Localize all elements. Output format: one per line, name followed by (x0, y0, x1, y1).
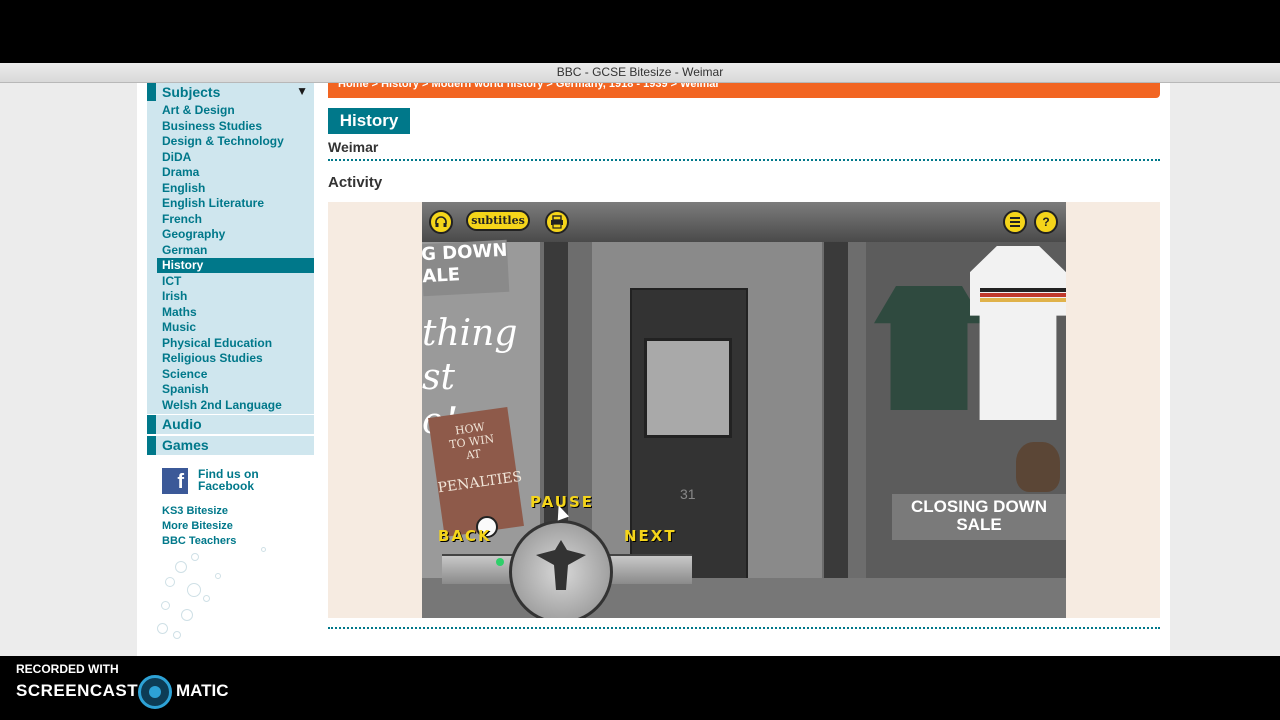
facebook-icon[interactable]: f (162, 468, 188, 494)
sidebar-item-art-design[interactable]: Art & Design (157, 103, 314, 118)
recorder-brand: SCREENCAST (16, 681, 139, 700)
sidebar-item-religious-studies[interactable]: Religious Studies (157, 351, 314, 366)
divider (328, 159, 1160, 161)
pillar (824, 242, 848, 618)
sidebar-item-drama[interactable]: Drama (157, 165, 314, 180)
subtitles-button[interactable]: subtitles (466, 210, 530, 231)
activity-heading: Activity (328, 174, 383, 191)
sidebar-item-ict[interactable]: ICT (157, 274, 314, 289)
door-window (644, 338, 732, 438)
more-bitesize-link[interactable]: More Bitesize (162, 519, 233, 533)
sidebar: Subjects ▼ Art & Design Business Studies… (147, 83, 314, 656)
page-title: History (328, 108, 410, 134)
shirt-stripe (980, 288, 1066, 292)
topic-heading: Weimar (328, 139, 379, 155)
audio-label: Audio (162, 416, 202, 432)
next-button[interactable]: NEXT (624, 527, 677, 545)
sidebar-item-physical-education[interactable]: Physical Education (157, 336, 314, 351)
book-title: HOW TO WIN AT (448, 420, 496, 463)
sidebar-item-design-technology[interactable]: Design & Technology (157, 134, 314, 149)
dog-image (1016, 442, 1060, 492)
sidebar-item-music[interactable]: Music (157, 320, 314, 335)
browser-viewport: Subjects ▼ Art & Design Business Studies… (0, 83, 1280, 656)
screen-top-bar (0, 0, 1280, 63)
section-marker (147, 436, 156, 455)
subjects-list: Art & Design Business Studies Design & T… (147, 101, 314, 414)
games-label: Games (162, 437, 209, 453)
subjects-label: Subjects (162, 84, 221, 100)
sidebar-item-dida[interactable]: DiDA (157, 150, 314, 165)
screencast-logo-icon (138, 675, 172, 709)
ks3-bitesize-link[interactable]: KS3 Bitesize (162, 504, 228, 518)
closing-down-sign: CLOSING DOWN SALE (892, 494, 1066, 540)
football-shirt (970, 246, 1066, 420)
back-button[interactable]: BACK (438, 527, 492, 545)
sidebar-item-english-literature[interactable]: English Literature (157, 196, 314, 211)
door-number: 31 (680, 486, 696, 502)
progress-dot-icon (496, 558, 504, 566)
window-title: BBC - GCSE Bitesize - Weimar (0, 63, 1280, 83)
headphones-icon[interactable] (429, 210, 453, 234)
page-body: Subjects ▼ Art & Design Business Studies… (137, 83, 1170, 656)
help-button[interactable]: ? (1034, 210, 1058, 234)
subjects-header[interactable]: Subjects ▼ (147, 83, 314, 101)
menu-icon[interactable] (1003, 210, 1027, 234)
sidebar-item-irish[interactable]: Irish (157, 289, 314, 304)
sidebar-item-maths[interactable]: Maths (157, 305, 314, 320)
shirt-stripe (980, 293, 1066, 297)
game-toolbar: subtitles ? (422, 202, 1066, 242)
sidebar-item-german[interactable]: German (157, 243, 314, 258)
dress-item (874, 286, 984, 410)
book-subtitle: PENALTIES (436, 468, 524, 497)
sidebar-item-games[interactable]: Games (147, 436, 314, 455)
sidebar-item-spanish[interactable]: Spanish (157, 382, 314, 397)
divider (328, 627, 1160, 629)
print-icon[interactable] (545, 210, 569, 234)
sidebar-item-history[interactable]: History (157, 258, 314, 273)
breadcrumb[interactable]: Home > History > Modern world history > … (328, 83, 1160, 98)
facebook-link-line2[interactable]: Facebook (198, 480, 308, 492)
section-marker (147, 83, 156, 101)
chevron-down-icon[interactable]: ▼ (296, 83, 308, 99)
recorder-brand-suffix: MATIC (176, 681, 229, 700)
game-activity[interactable]: subtitles ? G DOWN ALE thing st o! HOW T… (422, 202, 1066, 618)
section-marker (147, 415, 156, 434)
sidebar-item-english[interactable]: English (157, 181, 314, 196)
bubble-decoration (151, 543, 271, 653)
penalties-book: HOW TO WIN AT PENALTIES (428, 407, 524, 537)
sidebar-item-welsh-2nd-language[interactable]: Welsh 2nd Language (157, 398, 314, 413)
sidebar-item-french[interactable]: French (157, 212, 314, 227)
sale-sign-left: G DOWN ALE (422, 240, 510, 297)
sidebar-item-audio[interactable]: Audio (147, 415, 314, 434)
sidebar-item-business-studies[interactable]: Business Studies (157, 119, 314, 134)
recorder-caption: RECORDED WITH (16, 662, 119, 676)
sidebar-item-geography[interactable]: Geography (157, 227, 314, 242)
shirt-stripe (980, 298, 1066, 302)
sidebar-item-science[interactable]: Science (157, 367, 314, 382)
